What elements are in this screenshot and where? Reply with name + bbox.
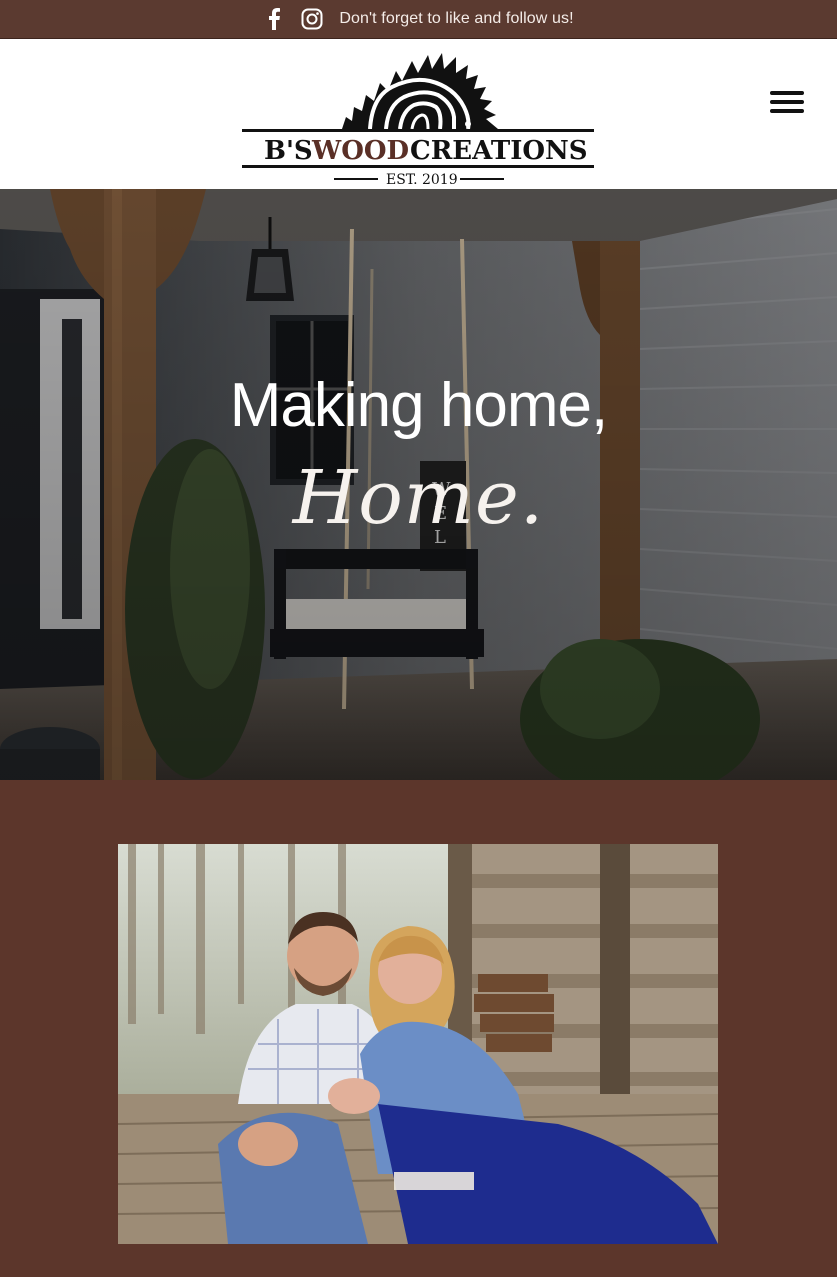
logo-text-creations: CREATIONS xyxy=(410,136,588,166)
logo-text-wood: WOOD xyxy=(311,136,409,166)
site-header: B'S WOOD CREATIONS EST. 2019 xyxy=(0,39,837,189)
hamburger-line xyxy=(770,91,804,95)
hero-headline: Making home, xyxy=(229,371,608,440)
logo-text-bs: B'S xyxy=(264,136,313,166)
instagram-icon[interactable] xyxy=(301,8,323,30)
social-links xyxy=(263,8,323,30)
follow-message: Don't forget to like and follow us! xyxy=(339,10,574,27)
hamburger-line xyxy=(770,100,804,104)
about-section xyxy=(0,780,837,1277)
hamburger-menu-icon[interactable] xyxy=(770,91,804,113)
facebook-icon[interactable] xyxy=(263,8,285,30)
hero-banner: W E L Making home, Home. xyxy=(0,189,837,780)
announcement-bar: Don't forget to like and follow us! xyxy=(0,0,837,39)
hero-script-word: Home. xyxy=(292,455,545,541)
saw-blade-icon xyxy=(342,53,498,130)
logo-established: EST. 2019 xyxy=(386,172,458,185)
brand-logo[interactable]: B'S WOOD CREATIONS EST. 2019 xyxy=(242,47,594,188)
hamburger-line xyxy=(770,109,804,113)
couple-photo xyxy=(118,844,718,1244)
